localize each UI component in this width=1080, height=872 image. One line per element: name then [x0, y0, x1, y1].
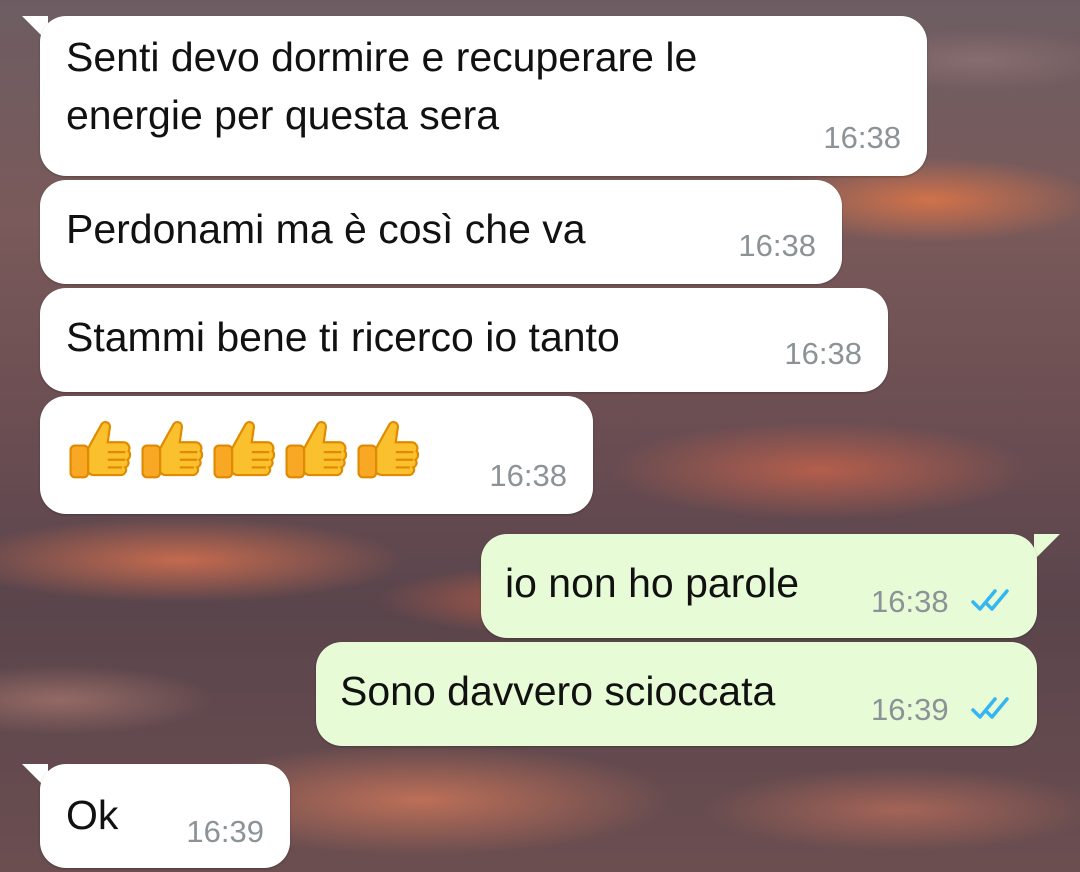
message-timestamp: 16:38 [823, 120, 901, 155]
message-text: Perdonami ma è così che va [66, 206, 586, 252]
message-bubble-incoming[interactable]: 16:38 [40, 396, 593, 514]
message-text: Ok [66, 792, 119, 838]
message-timestamp: 16:38 [784, 336, 862, 371]
thumbs-up-icon [208, 416, 278, 486]
message-timestamp: 16:38 [871, 584, 949, 619]
double-check-icon [971, 694, 1015, 722]
message-bubble-incoming[interactable]: Stammi bene ti ricerco io tanto 16:38 [40, 288, 888, 392]
message-timestamp: 16:38 [489, 458, 567, 493]
thumbs-up-icon [136, 416, 206, 486]
message-bubble-outgoing[interactable]: io non ho parole 16:38 [481, 534, 1037, 638]
message-bubble-incoming[interactable]: Ok 16:39 [40, 764, 290, 868]
message-bubble-incoming[interactable]: Senti devo dormire e recuperare le energ… [40, 16, 927, 176]
message-timestamp: 16:39 [186, 814, 264, 849]
bubble-tail [1034, 534, 1060, 560]
message-bubble-incoming[interactable]: Perdonami ma è così che va 16:38 [40, 180, 842, 284]
message-bubble-outgoing[interactable]: Sono davvero scioccata 16:39 [316, 642, 1037, 746]
double-check-icon [971, 586, 1015, 614]
message-text: io non ho parole [505, 560, 800, 606]
message-timestamp: 16:38 [738, 228, 816, 263]
message-text: energie per questa sera [66, 92, 500, 138]
message-text: Sono davvero scioccata [340, 668, 776, 714]
thumbs-up-icon [64, 416, 134, 486]
message-text: Stammi bene ti ricerco io tanto [66, 314, 620, 360]
chat-conversation: Senti devo dormire e recuperare le energ… [0, 0, 1080, 872]
thumbs-up-icon [280, 416, 350, 486]
message-timestamp: 16:39 [871, 692, 949, 727]
emoji-row [64, 416, 422, 486]
thumbs-up-icon [352, 416, 422, 486]
message-text: Senti devo dormire e recuperare le [66, 34, 698, 80]
